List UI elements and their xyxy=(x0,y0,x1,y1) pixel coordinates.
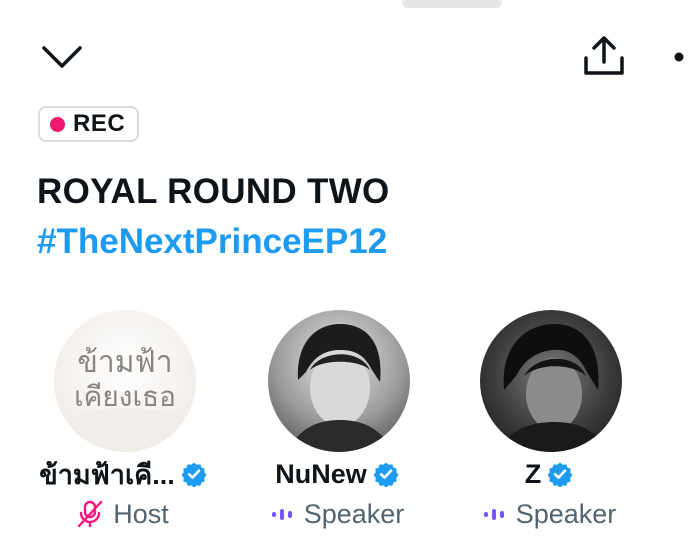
space-sheet: REC ROYAL ROUND TWO #TheNextPrinceEP12 ข… xyxy=(0,0,688,548)
speaker-bars-icon xyxy=(483,509,504,520)
mic-muted-icon xyxy=(78,500,103,528)
chevron-down-icon xyxy=(42,46,82,68)
participant-name: Z xyxy=(524,458,542,489)
speaker-bars-icon xyxy=(271,509,292,520)
svg-text:เคียงเธอ: เคียงเธอ xyxy=(74,380,176,413)
participant-name-row: NuNew xyxy=(232,456,442,492)
avatar-photo xyxy=(498,324,606,452)
avatar[interactable] xyxy=(268,310,410,452)
more-icon xyxy=(674,52,684,62)
verified-badge-icon xyxy=(547,462,573,487)
rec-badge: REC xyxy=(38,106,140,142)
participant-role: Speaker xyxy=(303,498,405,529)
participant-name: ข้ามฟ้าเคี... xyxy=(39,459,175,490)
recording-dot-icon xyxy=(50,116,65,132)
rec-label: REC xyxy=(73,110,126,137)
participant-speaker[interactable]: NuNew Speaker xyxy=(232,310,442,530)
participant-role-row: Speaker xyxy=(444,498,654,530)
more-button[interactable] xyxy=(670,48,688,66)
participant-role-row: Host xyxy=(18,498,228,530)
participant-role: Speaker xyxy=(515,498,617,529)
participant-name-row: ข้ามฟ้าเคี... xyxy=(18,456,228,492)
verified-badge-icon xyxy=(181,462,207,487)
host-avatar-logo: ข้ามฟ้า เคียงเธอ xyxy=(54,345,196,452)
svg-text:ข้ามฟ้า: ข้ามฟ้า xyxy=(77,345,172,380)
collapse-button[interactable] xyxy=(40,40,84,74)
share-icon xyxy=(584,36,624,75)
avatar[interactable]: ข้ามฟ้า เคียงเธอ xyxy=(54,310,196,452)
participant-name-row: Z xyxy=(444,456,654,492)
avatar[interactable] xyxy=(480,310,622,452)
share-button[interactable] xyxy=(580,34,628,78)
verified-badge-icon xyxy=(373,462,399,487)
avatar-photo xyxy=(288,324,392,452)
sheet-grabber[interactable] xyxy=(402,0,502,8)
participant-host[interactable]: ข้ามฟ้า เคียงเธอ ข้ามฟ้าเคี... Host xyxy=(18,310,228,530)
space-title: ROYAL ROUND TWO xyxy=(37,172,390,211)
space-hashtag-link[interactable]: #TheNextPrinceEP12 xyxy=(37,222,387,262)
participant-role: Host xyxy=(113,498,169,529)
participant-speaker[interactable]: Z Speaker xyxy=(444,310,654,530)
participant-role-row: Speaker xyxy=(232,498,442,530)
participant-name: NuNew xyxy=(275,458,367,489)
